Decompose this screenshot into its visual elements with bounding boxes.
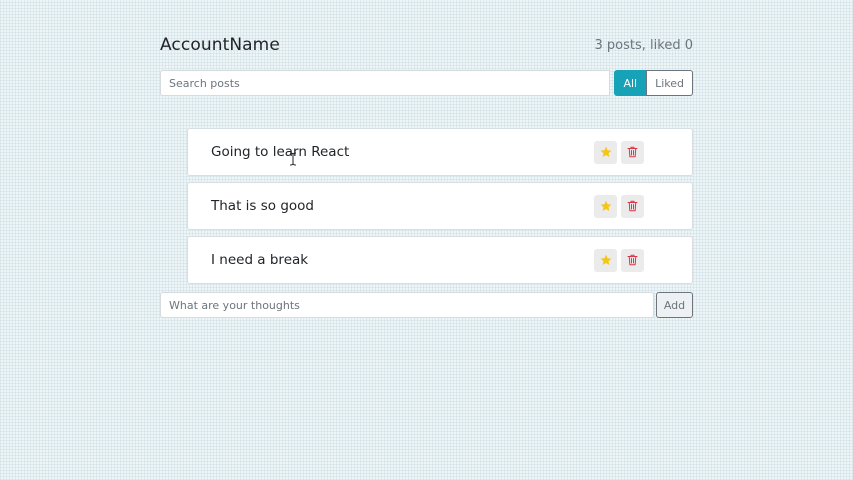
like-button[interactable] bbox=[594, 248, 617, 272]
trash-icon bbox=[627, 200, 638, 212]
filter-all-button[interactable]: All bbox=[614, 70, 647, 96]
new-post-input[interactable] bbox=[160, 292, 654, 318]
like-button[interactable] bbox=[594, 140, 617, 164]
search-panel: All Liked bbox=[160, 70, 693, 96]
account-name: AccountName bbox=[160, 35, 280, 55]
post-label[interactable]: I need a break bbox=[211, 252, 308, 268]
post-list-item[interactable]: That is so good bbox=[187, 182, 693, 230]
delete-button[interactable] bbox=[621, 140, 644, 164]
post-list-item[interactable]: Going to learn React bbox=[187, 128, 693, 176]
search-input[interactable] bbox=[160, 70, 611, 96]
post-counter: 3 posts, liked 0 bbox=[594, 37, 693, 53]
trash-icon bbox=[627, 254, 638, 266]
app-header: AccountName 3 posts, liked 0 bbox=[160, 30, 693, 60]
filter-group: All Liked bbox=[610, 70, 693, 96]
star-icon bbox=[600, 200, 611, 211]
filter-liked-button[interactable]: Liked bbox=[646, 70, 693, 96]
star-icon bbox=[600, 254, 611, 265]
post-label[interactable]: Going to learn React bbox=[211, 144, 349, 160]
delete-button[interactable] bbox=[621, 248, 644, 272]
add-button[interactable]: Add bbox=[656, 292, 693, 318]
add-post-form: Add bbox=[160, 292, 693, 318]
trash-icon bbox=[627, 146, 638, 158]
delete-button[interactable] bbox=[621, 194, 644, 218]
post-actions bbox=[594, 194, 644, 218]
app-container: AccountName 3 posts, liked 0 All Liked G… bbox=[160, 30, 693, 318]
star-icon bbox=[600, 146, 611, 157]
post-actions bbox=[594, 248, 644, 272]
post-list-item[interactable]: I need a break bbox=[187, 236, 693, 284]
post-label[interactable]: That is so good bbox=[211, 198, 314, 214]
post-list: Going to learn React That is so good I n… bbox=[187, 128, 693, 284]
post-actions bbox=[594, 140, 644, 164]
like-button[interactable] bbox=[594, 194, 617, 218]
